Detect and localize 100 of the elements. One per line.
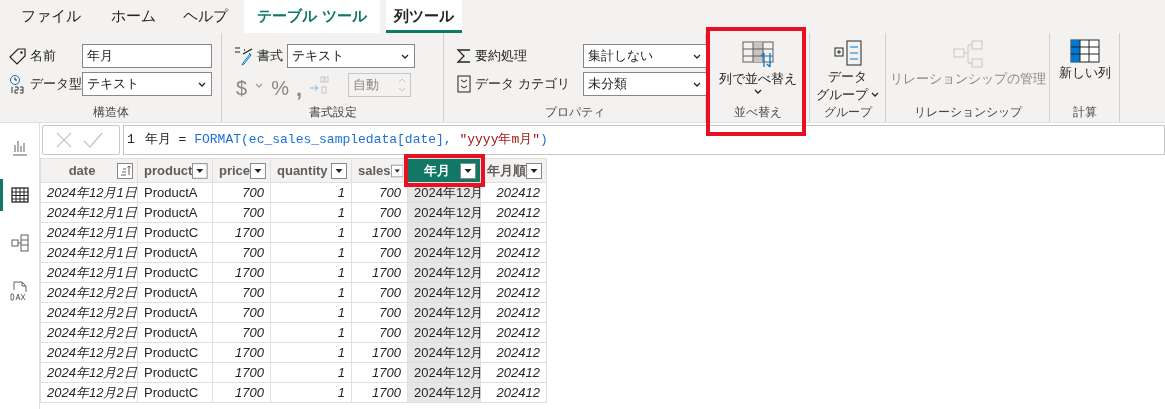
field-label: 要約処理 (475, 47, 528, 66)
table-cell: 700 (213, 323, 271, 343)
table-cell: 700 (213, 203, 271, 223)
table-cell: 2024年12月2日 (41, 303, 138, 323)
table-cell: 2024年12月1日 (41, 263, 138, 283)
formula-field[interactable]: 1 年月 = FORMAT(ec_sales_sampledata[date], "yyyy年m月") (123, 125, 1165, 155)
ribbon-button[interactable]: 列で並べ替え (706, 33, 809, 104)
table-cell: 202412 (481, 283, 547, 303)
table-cell: 2024年12月 (408, 303, 481, 323)
table-cell: 1700 (213, 343, 271, 363)
table-cell: 202412 (481, 323, 547, 343)
table-cell: 202412 (481, 263, 547, 283)
table-cell: ProductC (138, 343, 213, 363)
table-cell: 1 (271, 303, 352, 323)
name-field[interactable]: 年月 (82, 44, 212, 68)
table-cell: 1 (271, 223, 352, 243)
relationship-icon (951, 39, 984, 69)
table-cell: 2024年12月 (408, 343, 481, 363)
table-cell: 2024年12月2日 (41, 383, 138, 403)
table-cell: 1 (271, 283, 352, 303)
ribbon-tab[interactable]: ファイル (8, 0, 94, 33)
table-cell: 700 (213, 183, 271, 203)
data-group-icon (832, 39, 863, 67)
table-cell: 2024年12月1日 (41, 243, 138, 263)
sigma-icon (456, 48, 472, 64)
ribbon-tab[interactable]: テーブル ツール (244, 0, 380, 33)
cancel-icon[interactable] (55, 131, 73, 149)
ribbon-tab[interactable]: ヘルプ (172, 0, 238, 33)
table-cell: ProductC (138, 383, 213, 403)
table-cell: 2024年12月 (408, 283, 481, 303)
table-cell: 2024年12月 (408, 223, 481, 243)
table-cell: 1 (271, 383, 352, 403)
table-cell: 1 (271, 243, 352, 263)
table-cell: 2024年12月2日 (41, 363, 138, 383)
table-cell: 2024年12月 (408, 243, 481, 263)
ribbon-tab[interactable]: 列ツール (386, 0, 462, 33)
table-cell: 2024年12月1日 (41, 223, 138, 243)
table-cell: 2024年12月2日 (41, 343, 138, 363)
group-caption: グループ (823, 104, 872, 121)
table-cell: 202412 (481, 383, 547, 403)
table-cell: 1 (271, 343, 352, 363)
field-label: 名前 (30, 47, 57, 66)
category-icon (456, 75, 472, 93)
dropdown[interactable]: 未分類 (583, 72, 707, 96)
table-cell: 2024年12月 (408, 383, 481, 403)
clock-123-icon (9, 74, 27, 94)
table-cell: ProductA (138, 243, 213, 263)
table-cell: 1700 (213, 223, 271, 243)
table-cell: ProductA (138, 323, 213, 343)
column-header[interactable]: price (213, 159, 271, 183)
ribbon-button[interactable]: データ グループ (810, 33, 885, 104)
column-header[interactable]: quantity (271, 159, 352, 183)
dropdown[interactable]: 集計しない (583, 44, 707, 68)
check-icon[interactable] (83, 132, 103, 148)
spin-arrows-icon (398, 76, 407, 94)
table-cell: 202412 (481, 223, 547, 243)
table-cell: 2024年12月1日 (41, 183, 138, 203)
table-cell: 1700 (213, 383, 271, 403)
table-cell: 1700 (213, 263, 271, 283)
group-caption: プロパティ (544, 104, 605, 121)
table-cell: 700 (213, 283, 271, 303)
decimal-places-icon (309, 75, 330, 95)
formula-text: 年月 = FORMAT(ec_sales_sampledata[date], "yyyy年m月") (144, 131, 548, 150)
table-cell: 2024年12月 (408, 263, 481, 283)
table-cell: 2024年12月 (408, 323, 481, 343)
group-caption: 並べ替え (733, 104, 782, 121)
table-cell: 202412 (481, 243, 547, 263)
column-header[interactable]: 年月 (408, 159, 481, 183)
ribbon-button[interactable]: 新しい列 (1050, 33, 1119, 104)
model-icon (9, 233, 30, 253)
table-cell: 202412 (481, 303, 547, 323)
table-cell: 1 (271, 323, 352, 343)
table-cell: 700 (213, 243, 271, 263)
sort-by-column-icon (741, 39, 774, 69)
table-cell: 1700 (213, 363, 271, 383)
table-cell: ProductC (138, 363, 213, 383)
table-cell: 202412 (481, 343, 547, 363)
table-cell: 2024年12月 (408, 363, 481, 383)
ribbon-tab[interactable]: ホーム (94, 0, 172, 33)
dropdown[interactable]: テキスト (82, 72, 212, 96)
table-icon (9, 185, 30, 205)
dax-query-icon (9, 281, 30, 301)
table-cell: 1 (271, 203, 352, 223)
column-header[interactable]: product (138, 159, 213, 183)
table-cell: ProductA (138, 183, 213, 203)
table-cell: 700 (213, 303, 271, 323)
group-caption: 書式設定 (308, 104, 357, 121)
line-number: 1 (127, 131, 135, 150)
table-cell: 202412 (481, 183, 547, 203)
table-cell: 1 (271, 183, 352, 203)
table-cell: 202412 (481, 363, 547, 383)
table-cell: 2024年12月1日 (41, 203, 138, 223)
table-cell: ProductC (138, 223, 213, 243)
new-column-icon (1069, 39, 1100, 63)
field-label: 書式 (257, 47, 284, 66)
column-header[interactable]: date (41, 159, 138, 183)
table-cell: 2024年12月2日 (41, 283, 138, 303)
chevron-down-icon (752, 87, 763, 96)
table-cell: ProductA (138, 303, 213, 323)
group-caption: 構造体 (92, 104, 129, 121)
